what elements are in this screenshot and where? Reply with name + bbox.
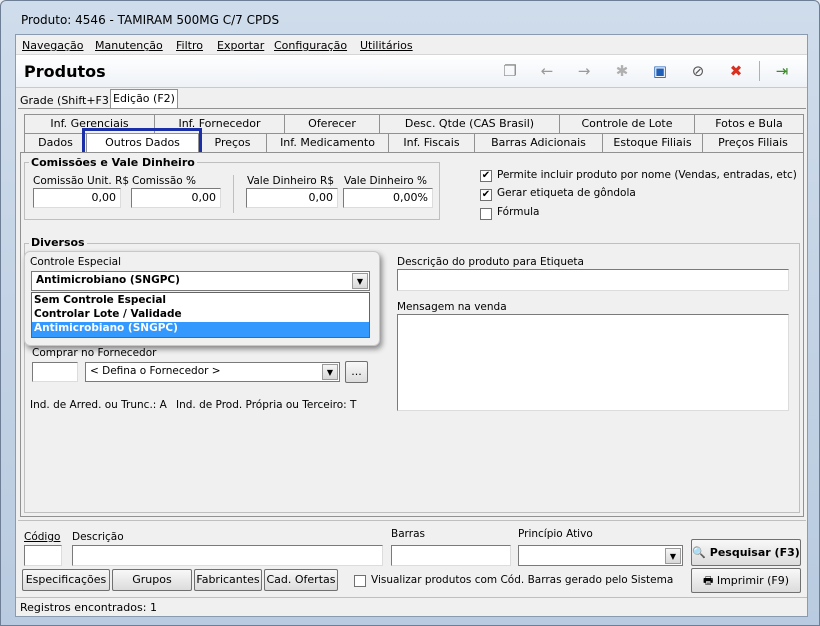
- option-sem-controle[interactable]: Sem Controle Especial: [32, 294, 369, 308]
- visualizar-label: Visualizar produtos com Cód. Barras gera…: [371, 574, 674, 586]
- etiqueta-input[interactable]: [397, 269, 789, 291]
- controle-especial-label: Controle Especial: [30, 256, 122, 268]
- page-title: Produtos: [24, 62, 106, 81]
- printer-icon: 🖶: [702, 574, 714, 587]
- cancel-icon[interactable]: ⊘: [688, 61, 708, 81]
- diversos-title: Diversos: [29, 236, 87, 249]
- tab-desc-qtde[interactable]: Desc. Qtde (CAS Brasil): [380, 115, 560, 134]
- status-text: Registros encontrados: 1: [20, 601, 157, 614]
- mensagem-label: Mensagem na venda: [397, 301, 507, 313]
- barras-input[interactable]: [391, 545, 511, 566]
- vale-dinheiro-pct-input[interactable]: 0,00%: [343, 188, 433, 208]
- menu-bar: Navegação Manutenção Filtro Exportar Con…: [16, 35, 807, 55]
- comissao-unit-input[interactable]: 0,00: [33, 188, 121, 208]
- formula-label: Fórmula: [497, 206, 540, 218]
- tab-barras-adicionais[interactable]: Barras Adicionais: [475, 134, 603, 153]
- pesquisar-button[interactable]: 🔍 Pesquisar (F3): [691, 539, 801, 566]
- option-antimicrobiano[interactable]: Antimicrobiano (SNGPC): [32, 322, 369, 337]
- tab-line: [18, 108, 806, 109]
- menu-configuracao[interactable]: Configuração: [274, 39, 347, 52]
- cad-ofertas-button[interactable]: Cad. Ofertas: [264, 569, 338, 591]
- separator: [233, 175, 234, 213]
- pesquisar-label: Pesquisar (F3): [709, 546, 800, 559]
- permite-incluir-label: Permite incluir produto por nome (Vendas…: [497, 169, 797, 181]
- copy-icon[interactable]: ❐: [500, 61, 520, 81]
- gerar-etiqueta-label: Gerar etiqueta de gôndola: [497, 187, 636, 199]
- window: Produto: 4546 - TAMIRAM 500MG C/7 CPDS N…: [0, 0, 820, 626]
- save-icon[interactable]: ▣: [650, 61, 670, 81]
- controle-especial-list: Sem Controle Especial Controlar Lote / V…: [31, 292, 370, 338]
- comissao-pct-label: Comissão %: [132, 175, 197, 187]
- client-area: Navegação Manutenção Filtro Exportar Con…: [15, 34, 808, 617]
- tab-precos[interactable]: Preços: [199, 134, 267, 153]
- exit-icon[interactable]: ⇥: [772, 61, 792, 81]
- fornecedor-value: < Defina o Fornecedor >: [90, 365, 221, 377]
- tab-controle-lote[interactable]: Controle de Lote: [560, 115, 695, 134]
- tab-dados[interactable]: Dados: [25, 134, 87, 153]
- prod-propria-text: Ind. de Prod. Própria ou Terceiro: T: [176, 399, 357, 411]
- controle-especial-popup: Controle Especial Antimicrobiano (SNGPC)…: [24, 251, 380, 346]
- imprimir-label: Imprimir (F9): [716, 574, 790, 587]
- tab-inf-fiscais[interactable]: Inf. Fiscais: [389, 134, 475, 153]
- menu-navegacao[interactable]: Navegação: [22, 39, 84, 52]
- grupos-button[interactable]: Grupos: [112, 569, 192, 591]
- arrow-left-icon[interactable]: ←: [537, 61, 557, 81]
- option-controlar-lote[interactable]: Controlar Lote / Validade: [32, 308, 369, 322]
- controle-especial-value: Antimicrobiano (SNGPC): [36, 274, 180, 286]
- status-bar: Registros encontrados: 1: [16, 597, 807, 616]
- chevron-down-icon[interactable]: ▼: [322, 364, 338, 380]
- vale-dinheiro-pct-label: Vale Dinheiro %: [344, 175, 428, 187]
- tab-precos-filiais[interactable]: Preços Filiais: [703, 134, 803, 153]
- formula-checkbox[interactable]: [480, 208, 492, 220]
- visualizar-checkbox[interactable]: [354, 575, 366, 587]
- arred-text: Ind. de Arred. ou Trunc.: A: [30, 399, 167, 411]
- comissao-pct-input[interactable]: 0,00: [131, 188, 221, 208]
- fornecedor-label: Comprar no Fornecedor: [32, 347, 157, 359]
- especificacoes-button[interactable]: Especificações: [22, 569, 110, 591]
- chevron-down-icon[interactable]: ▼: [352, 273, 368, 289]
- principio-ativo-select[interactable]: ▼: [518, 545, 683, 566]
- mensagem-textarea[interactable]: [397, 314, 789, 411]
- new-icon[interactable]: ✱: [612, 61, 632, 81]
- comissoes-title: Comissões e Vale Dinheiro: [29, 156, 197, 169]
- arrow-right-icon[interactable]: →: [574, 61, 594, 81]
- menu-utilitarios[interactable]: Utilitários: [360, 39, 413, 52]
- codigo-input[interactable]: [24, 545, 62, 566]
- toolbar: Produtos ❐ ← → ✱ ▣ ⊘ ✖ ⇥: [16, 55, 807, 88]
- tab-oferecer[interactable]: Oferecer: [285, 115, 380, 134]
- tab-inf-medicamento[interactable]: Inf. Medicamento: [267, 134, 389, 153]
- menu-manutencao[interactable]: Manutenção: [95, 39, 163, 52]
- controle-especial-select[interactable]: Antimicrobiano (SNGPC) ▼: [31, 271, 370, 291]
- search-icon: 🔍: [692, 546, 706, 559]
- barras-label: Barras: [391, 528, 425, 540]
- descricao-input[interactable]: [72, 545, 383, 566]
- etiqueta-label: Descrição do produto para Etiqueta: [397, 256, 584, 268]
- tab-fotos-bula[interactable]: Fotos e Bula: [695, 115, 803, 134]
- fornecedor-ellipsis-button[interactable]: ...: [345, 361, 368, 383]
- descricao-label: Descrição: [72, 531, 124, 543]
- fabricantes-button[interactable]: Fabricantes: [194, 569, 262, 591]
- fornecedor-select[interactable]: < Defina o Fornecedor > ▼: [85, 362, 340, 382]
- codigo-label: Código: [24, 531, 61, 543]
- gerar-etiqueta-checkbox[interactable]: ✔: [480, 189, 492, 201]
- menu-exportar[interactable]: Exportar: [217, 39, 264, 52]
- search-panel: Código Descrição Barras Princípio Ativo …: [18, 520, 806, 595]
- principio-ativo-label: Princípio Ativo: [518, 528, 593, 540]
- vale-dinheiro-input[interactable]: 0,00: [246, 188, 338, 208]
- vale-dinheiro-label: Vale Dinheiro R$: [247, 175, 335, 187]
- comissao-unit-label: Comissão Unit. R$: [33, 175, 130, 187]
- imprimir-button[interactable]: 🖶 Imprimir (F9): [691, 568, 801, 593]
- chevron-down-icon[interactable]: ▼: [665, 548, 681, 564]
- window-title: Produto: 4546 - TAMIRAM 500MG C/7 CPDS: [21, 13, 280, 27]
- toolbar-separator: [759, 61, 760, 81]
- permite-incluir-checkbox[interactable]: ✔: [480, 170, 492, 182]
- tab-edicao[interactable]: Edição (F2): [110, 89, 178, 108]
- tab-estoque-filiais[interactable]: Estoque Filiais: [603, 134, 703, 153]
- delete-icon[interactable]: ✖: [726, 61, 746, 81]
- menu-filtro[interactable]: Filtro: [176, 39, 203, 52]
- fornecedor-code-input[interactable]: [32, 362, 78, 382]
